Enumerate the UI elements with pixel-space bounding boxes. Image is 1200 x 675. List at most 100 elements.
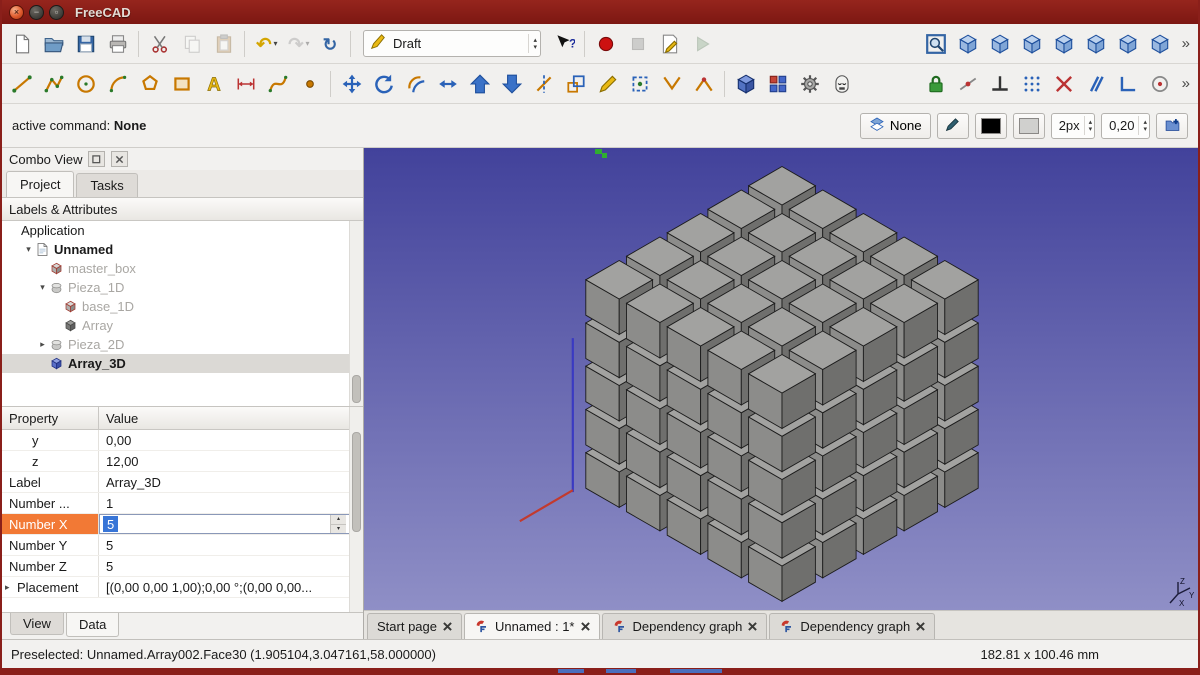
mdi-tab-dependency-graph[interactable]: Dependency graph [769,613,935,639]
property-name[interactable]: Number Z [2,556,99,576]
spinner-arrows-icon[interactable]: ▴▾ [1084,116,1093,135]
draft-circle-button[interactable] [70,68,101,99]
cut-button[interactable] [144,28,175,59]
view-left-button[interactable] [1145,28,1176,59]
snap-lock-button[interactable] [921,68,952,99]
snap-grid-button[interactable] [1017,68,1048,99]
new-document-button[interactable] [6,28,37,59]
property-name[interactable]: Label [2,472,99,492]
property-row-placement[interactable]: ▸Placement[(0,00 0,00 1,00);0,00 °;(0,00… [2,577,363,598]
property-name[interactable]: Number X [2,514,99,534]
draft-join-button[interactable] [656,68,687,99]
snap-ortho-button[interactable] [1113,68,1144,99]
property-value[interactable]: [(0,00 0,00 1,00);0,00 °;(0,00 0,00... [99,577,363,597]
property-name[interactable]: Number ... [2,493,99,513]
snap-center-button[interactable] [1145,68,1176,99]
draft-arc-button[interactable] [102,68,133,99]
layer-button[interactable]: None [860,113,931,139]
tree-item-unnamed[interactable]: ▾Unnamed [2,240,363,259]
property-name[interactable]: z [2,451,99,471]
property-row-label[interactable]: LabelArray_3D [2,472,363,493]
tree-item-array-3d[interactable]: Array_3D [2,354,363,373]
draft-bspline-button[interactable] [262,68,293,99]
snap-parallel-button[interactable] [1081,68,1112,99]
refresh-button[interactable]: ↻ [314,28,345,59]
view-bottom-button[interactable] [1113,28,1144,59]
property-name[interactable]: y [2,430,99,450]
tree-expander-icon[interactable]: ▾ [36,282,49,293]
mdi-tab-dependency-graph[interactable]: Dependency graph [602,613,768,639]
window-maximize-button[interactable]: ▫ [49,5,64,20]
property-value[interactable]: Array_3D [99,472,363,492]
draft-downgrade-button[interactable] [496,68,527,99]
draft-polygon-button[interactable] [134,68,165,99]
view-rear-button[interactable] [1081,28,1112,59]
toolbar-overflow-chevron[interactable]: » [1178,75,1194,92]
undo-button[interactable]: ↶▾ [250,28,281,59]
property-row-number-x[interactable]: Number X5▴▾ [2,514,363,535]
window-minimize-button[interactable]: − [29,5,44,20]
draft-dimension-button[interactable] [230,68,261,99]
view-axonometric-button[interactable] [953,28,984,59]
tree-item-pieza-2d[interactable]: ▸Pieza_2D [2,335,363,354]
panel-tab-view[interactable]: View [10,613,64,635]
tree-item-pieza-1d[interactable]: ▾Pieza_1D [2,278,363,297]
draft-stretch-button[interactable] [432,68,463,99]
draft-rotate-button[interactable] [368,68,399,99]
redo-button[interactable]: ↷▾ [282,28,313,59]
whats-this-button[interactable]: ? [548,28,579,59]
cube-array-model[interactable] [364,148,1198,610]
draft-settings-button[interactable] [794,68,825,99]
macro-stop-button[interactable] [622,28,653,59]
draft-array-button[interactable] [762,68,793,99]
macro-play-button[interactable] [686,28,717,59]
value-spinner-arrows[interactable]: ▴▾ [330,515,346,533]
draft-offset-button[interactable] [400,68,431,99]
panel-float-button[interactable] [88,151,105,167]
draft-upgrade-button[interactable] [464,68,495,99]
tree-item-master-box[interactable]: master_box [2,259,363,278]
toolbar-overflow-chevron[interactable]: » [1178,35,1194,52]
property-row-number[interactable]: Number ...1 [2,493,363,514]
close-icon[interactable] [443,622,452,631]
panel-close-button[interactable] [111,151,128,167]
draft-shapestring-button[interactable] [826,68,857,99]
view-right-button[interactable] [1049,28,1080,59]
snap-midpoint-button[interactable] [953,68,984,99]
tree-item-base-1d[interactable]: base_1D [2,297,363,316]
snap-perpendicular-button[interactable] [985,68,1016,99]
close-icon[interactable] [581,622,590,631]
property-value[interactable]: 0,00 [99,430,363,450]
text-size-spinbox[interactable]: 0,20 ▴▾ [1101,113,1150,139]
macro-record-button[interactable] [590,28,621,59]
tab-tasks[interactable]: Tasks [76,173,137,197]
tree-scrollbar[interactable] [349,221,363,406]
print-button[interactable] [102,28,133,59]
dropdown-caret-icon[interactable]: ▾ [273,39,277,48]
property-grid-scrollbar[interactable] [349,407,363,612]
dropdown-caret-icon[interactable]: ▾ [305,39,309,48]
draft-rectangle-button[interactable] [166,68,197,99]
workbench-selector[interactable]: Draft ▴▾ [363,30,541,57]
mdi-tab-unnamed-1[interactable]: Unnamed : 1* [464,613,600,639]
3d-viewport[interactable]: Z Y X [364,148,1198,610]
close-icon[interactable] [748,622,757,631]
draft-split-button[interactable] [688,68,719,99]
draft-edit-button[interactable] [592,68,623,99]
panel-tab-data[interactable]: Data [66,613,119,637]
property-row-number-y[interactable]: Number Y5 [2,535,363,556]
tab-project[interactable]: Project [6,171,74,197]
draft-trimex-button[interactable] [528,68,559,99]
property-expander-icon[interactable]: ▸ [5,582,17,593]
spinner-arrows-icon[interactable]: ▴▾ [1138,116,1147,135]
open-document-button[interactable] [38,28,69,59]
draft-to-sketch-button[interactable] [730,68,761,99]
draft-subelement-button[interactable] [624,68,655,99]
tree-column-header[interactable]: Labels & Attributes [2,198,363,221]
property-value[interactable]: 12,00 [99,451,363,471]
fit-all-button[interactable] [921,28,952,59]
paste-button[interactable] [208,28,239,59]
property-row-number-z[interactable]: Number Z5 [2,556,363,577]
macro-edit-button[interactable] [654,28,685,59]
tree-expander-icon[interactable]: ▸ [36,339,49,350]
